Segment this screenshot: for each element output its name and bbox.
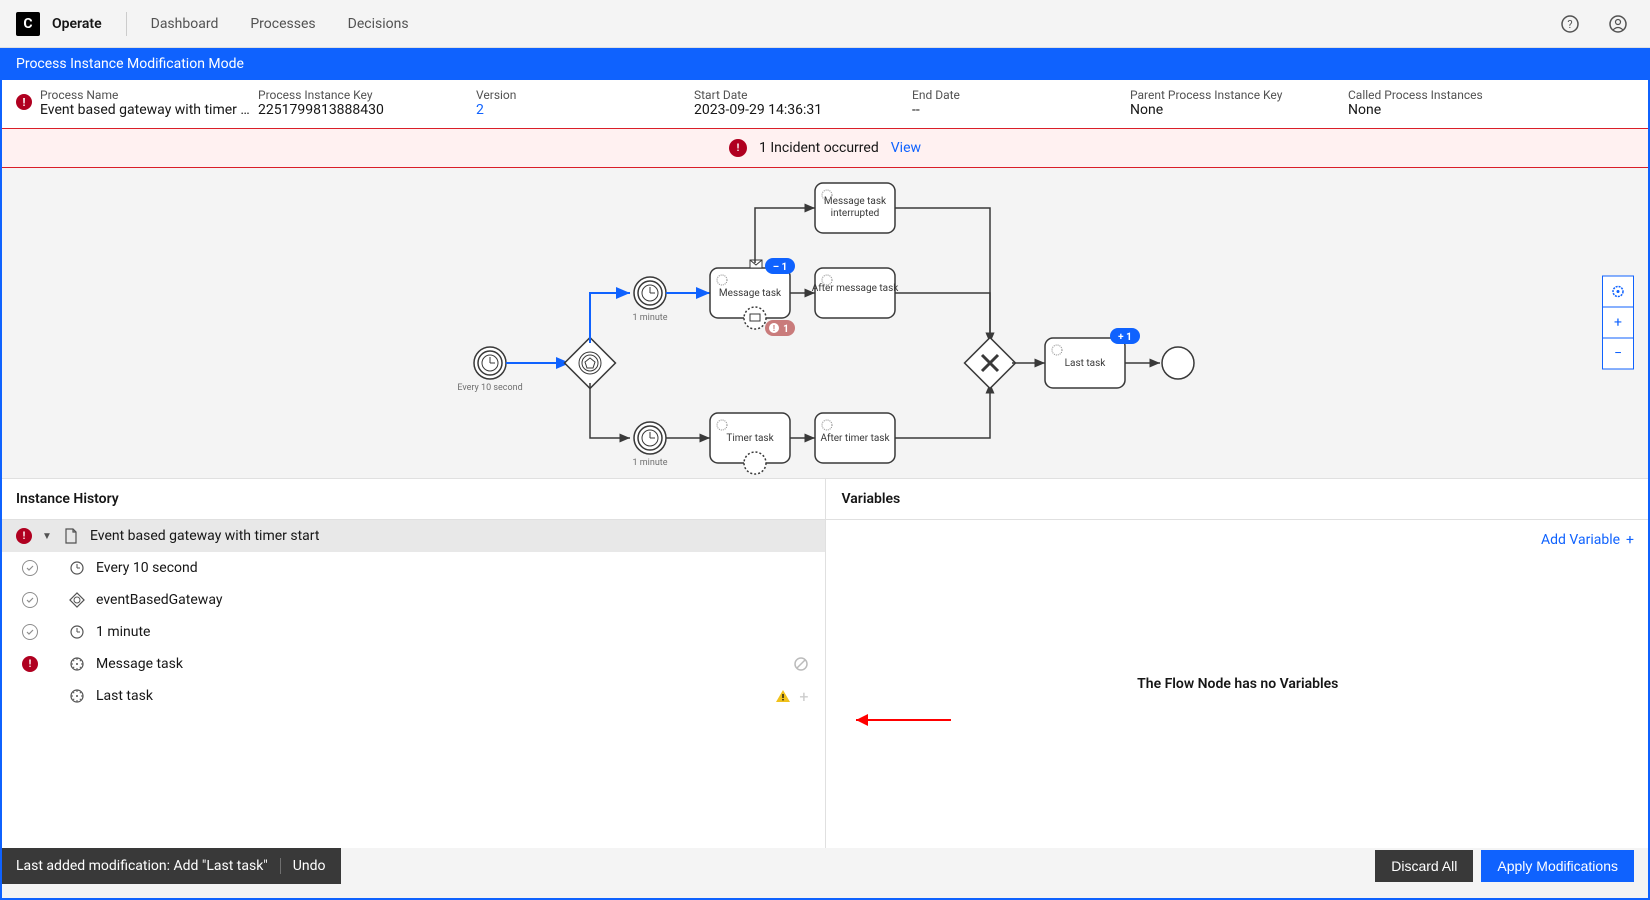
nav-dashboard[interactable]: Dashboard [151,16,219,32]
timer-icon [68,559,86,577]
incident-bar: ! 1 Incident occurred View [0,128,1650,168]
process-name-label: Process Name [40,88,250,102]
mode-banner-text: Process Instance Modification Mode [16,56,244,72]
svg-text:+ 1: + 1 [1118,332,1132,343]
svg-text:Message task: Message task [719,288,782,299]
annotation-arrow [836,710,956,730]
nav-divider [126,12,127,36]
instance-key-label: Process Instance Key [258,88,468,102]
error-status-icon: ! [22,656,38,672]
cancel-token-icon[interactable] [793,656,809,672]
svg-text:Message task: Message task [824,196,887,207]
top-nav: C Operate Dashboard Processes Decisions … [0,0,1650,48]
svg-text:Every 10 second: Every 10 second [457,383,522,393]
add-token-icon[interactable]: + [799,687,808,706]
document-icon [62,527,80,545]
parent-key-value: None [1130,102,1340,118]
add-variable-button[interactable]: Add Variable + [1541,532,1634,548]
last-modification-banner: Last added modification: Add "Last task"… [0,848,341,884]
history-item-label: Every 10 second [96,560,809,576]
chevron-down-icon[interactable]: ▼ [42,531,52,542]
instance-key-value: 2251799813888430 [258,102,468,118]
last-modification-text: Last added modification: Add "Last task" [16,858,268,874]
version-label: Version [476,88,686,102]
nav-decisions[interactable]: Decisions [348,16,409,32]
discard-all-button[interactable]: Discard All [1375,850,1473,882]
bottom-panels: Instance History ! ▼ Event based gateway… [0,478,1650,848]
nav-processes[interactable]: Processes [250,16,315,32]
called-value: None [1348,102,1548,118]
svg-text:!: ! [773,324,775,333]
task-icon [68,655,86,673]
ok-status-icon [22,560,38,576]
end-date-value: -- [912,102,1122,118]
divider [280,858,281,874]
gateway-icon [68,591,86,609]
empty-status-icon [22,688,38,704]
history-row[interactable]: ! Message task [0,648,825,680]
apply-modifications-button[interactable]: Apply Modifications [1481,850,1634,882]
app-name: Operate [52,16,102,32]
incident-text: 1 Incident occurred [759,140,879,156]
history-root-row[interactable]: ! ▼ Event based gateway with timer start [0,520,825,552]
history-item-label: Last task [96,688,765,704]
variables-body: Add Variable + The Flow Node has no Vari… [826,520,1650,848]
zoom-in-button[interactable]: + [1602,307,1634,339]
plus-icon: + [1626,532,1634,548]
history-row[interactable]: 1 minute [0,616,825,648]
history-row[interactable]: Last task + [0,680,825,712]
history-row[interactable]: Every 10 second [0,552,825,584]
svg-text:Last task: Last task [1065,358,1107,369]
alert-icon: ! [16,94,32,110]
history-row[interactable]: eventBasedGateway [0,584,825,616]
warning-icon [775,688,791,704]
task-icon [68,687,86,705]
svg-text:Timer task: Timer task [726,433,774,444]
variables-panel: Variables Add Variable + The Flow Node h… [825,478,1650,848]
version-value[interactable]: 2 [476,102,686,118]
svg-text:1 minute: 1 minute [632,313,667,323]
svg-text:1 minute: 1 minute [632,458,667,468]
user-icon[interactable] [1602,8,1634,40]
incident-alert-icon: ! [729,139,747,157]
modification-mode-banner: Process Instance Modification Mode [0,48,1650,80]
ok-status-icon [22,624,38,640]
start-date-label: Start Date [694,88,904,102]
history-root-label: Event based gateway with timer start [90,528,809,544]
called-label: Called Process Instances [1348,88,1548,102]
svg-text:interrupted: interrupted [831,208,880,219]
instance-history-body: ! ▼ Event based gateway with timer start… [0,520,825,848]
instance-history-panel: Instance History ! ▼ Event based gateway… [0,478,825,848]
start-date-value: 2023-09-29 14:36:31 [694,102,904,118]
bpmn-diagram[interactable]: Every 10 second 1 minute Message task – … [0,168,1650,478]
zoom-out-button[interactable]: − [1602,338,1634,370]
instance-details: ! Process Name Event based gateway with … [0,80,1650,128]
process-name-value: Event based gateway with timer … [40,102,250,118]
incident-view-link[interactable]: View [891,140,921,156]
history-item-label: 1 minute [96,624,809,640]
undo-button[interactable]: Undo [293,858,326,874]
no-variables-message: The Flow Node has no Variables [1137,676,1338,692]
footer-bar: Last added modification: Add "Last task"… [0,848,1650,884]
history-item-label: Message task [96,656,783,672]
svg-text:After message task: After message task [812,282,900,294]
ok-status-icon [22,592,38,608]
svg-text:After timer task: After timer task [820,432,890,444]
timer-icon [68,623,86,641]
error-status-icon: ! [16,528,32,544]
svg-text:1: 1 [783,324,789,335]
zoom-reset-button[interactable] [1602,276,1634,308]
end-date-label: End Date [912,88,1122,102]
instance-history-title: Instance History [0,479,825,520]
svg-text:– 1: – 1 [773,262,788,273]
variables-title: Variables [826,479,1650,520]
history-item-label: eventBasedGateway [96,592,809,608]
svg-text:?: ? [1567,18,1572,31]
parent-key-label: Parent Process Instance Key [1130,88,1340,102]
zoom-controls: + − [1602,277,1634,370]
help-icon[interactable]: ? [1554,8,1586,40]
logo-icon: C [16,12,40,36]
